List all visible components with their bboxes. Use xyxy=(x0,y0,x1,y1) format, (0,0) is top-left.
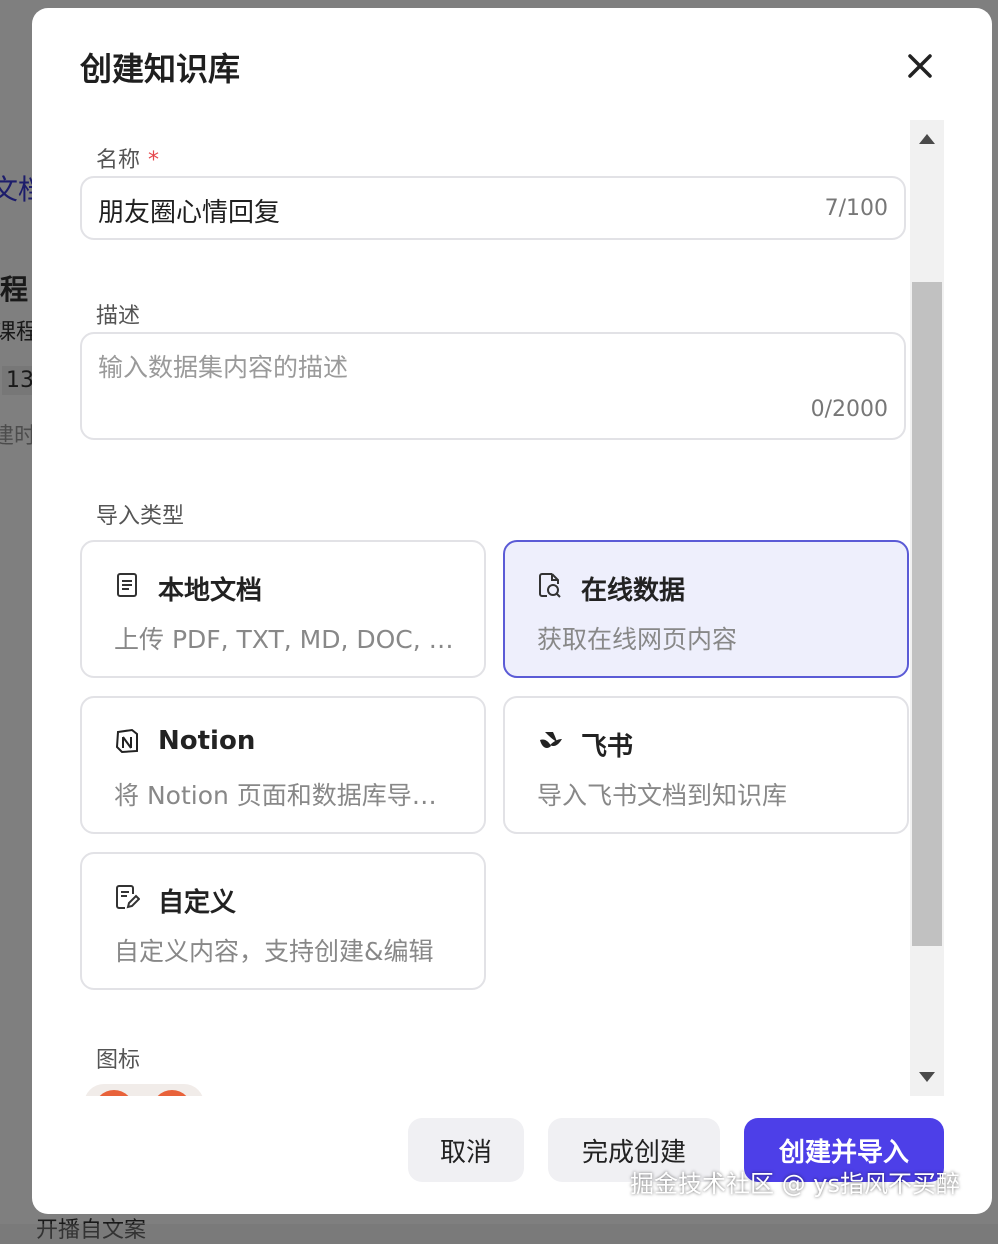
close-icon xyxy=(908,54,932,78)
knowledge-base-icon xyxy=(152,1090,192,1096)
card-description: 导入飞书文档到知识库 xyxy=(537,781,788,810)
scrollbar[interactable] xyxy=(910,120,944,1096)
description-char-counter: 0/2000 xyxy=(810,397,888,422)
card-title: 自定义 xyxy=(158,888,237,918)
import-type-feishu[interactable]: 飞书 导入飞书文档到知识库 xyxy=(503,696,909,834)
watermark: 掘金技术社区 @ ys指风不买醉 xyxy=(630,1170,960,1198)
name-char-counter: 7/100 xyxy=(824,196,888,221)
knowledge-base-icon xyxy=(94,1090,134,1096)
description-placeholder: 输入数据集内容的描述 xyxy=(98,353,349,382)
import-type-notion[interactable]: Notion 将 Notion 页面和数据库导… xyxy=(80,696,486,834)
card-description: 自定义内容，支持创建&编辑 xyxy=(114,937,434,966)
name-input-value: 朋友圈心情回复 xyxy=(98,198,281,228)
cancel-button[interactable]: 取消 xyxy=(408,1118,524,1182)
feishu-icon xyxy=(540,732,562,748)
document-icon xyxy=(117,573,137,597)
required-mark: * xyxy=(148,148,160,173)
close-button[interactable] xyxy=(898,46,942,86)
form-scroll-area[interactable]: 名称 * 朋友圈心情回复 7/100 描述 输入数据集内容的描述 0/2000 导… xyxy=(80,120,910,1096)
icon-picker[interactable] xyxy=(84,1084,204,1096)
import-type-label: 导入类型 xyxy=(96,504,185,529)
import-type-local-document[interactable]: 本地文档 上传 PDF, TXT, MD, DOC, … xyxy=(80,540,486,678)
description-textarea[interactable]: 输入数据集内容的描述 0/2000 xyxy=(80,332,906,440)
card-description: 获取在线网页内容 xyxy=(537,625,738,654)
card-title: Notion xyxy=(158,726,256,756)
scroll-up-arrow[interactable] xyxy=(919,134,935,144)
create-knowledge-base-dialog: 创建知识库 名称 * 朋友圈心情回复 7/100 描述 输入数据集内容的描述 0/… xyxy=(32,8,992,1214)
online-data-icon xyxy=(539,573,561,598)
notion-icon xyxy=(115,728,138,754)
card-title: 飞书 xyxy=(581,732,634,762)
description-label: 描述 xyxy=(96,304,141,329)
dialog-title: 创建知识库 xyxy=(80,50,241,88)
card-title: 本地文档 xyxy=(158,576,263,606)
card-description: 将 Notion 页面和数据库导… xyxy=(114,781,437,810)
edit-document-icon xyxy=(116,885,140,909)
icon-label: 图标 xyxy=(96,1048,141,1073)
import-type-online-data[interactable]: 在线数据 获取在线网页内容 xyxy=(503,540,909,678)
scroll-down-arrow[interactable] xyxy=(919,1072,935,1082)
name-label: 名称 * xyxy=(96,148,160,173)
scrollbar-thumb[interactable] xyxy=(912,282,942,946)
card-title: 在线数据 xyxy=(581,576,686,606)
import-type-custom[interactable]: 自定义 自定义内容，支持创建&编辑 xyxy=(80,852,486,990)
card-description: 上传 PDF, TXT, MD, DOC, … xyxy=(114,625,454,654)
name-input[interactable]: 朋友圈心情回复 7/100 xyxy=(80,176,906,240)
